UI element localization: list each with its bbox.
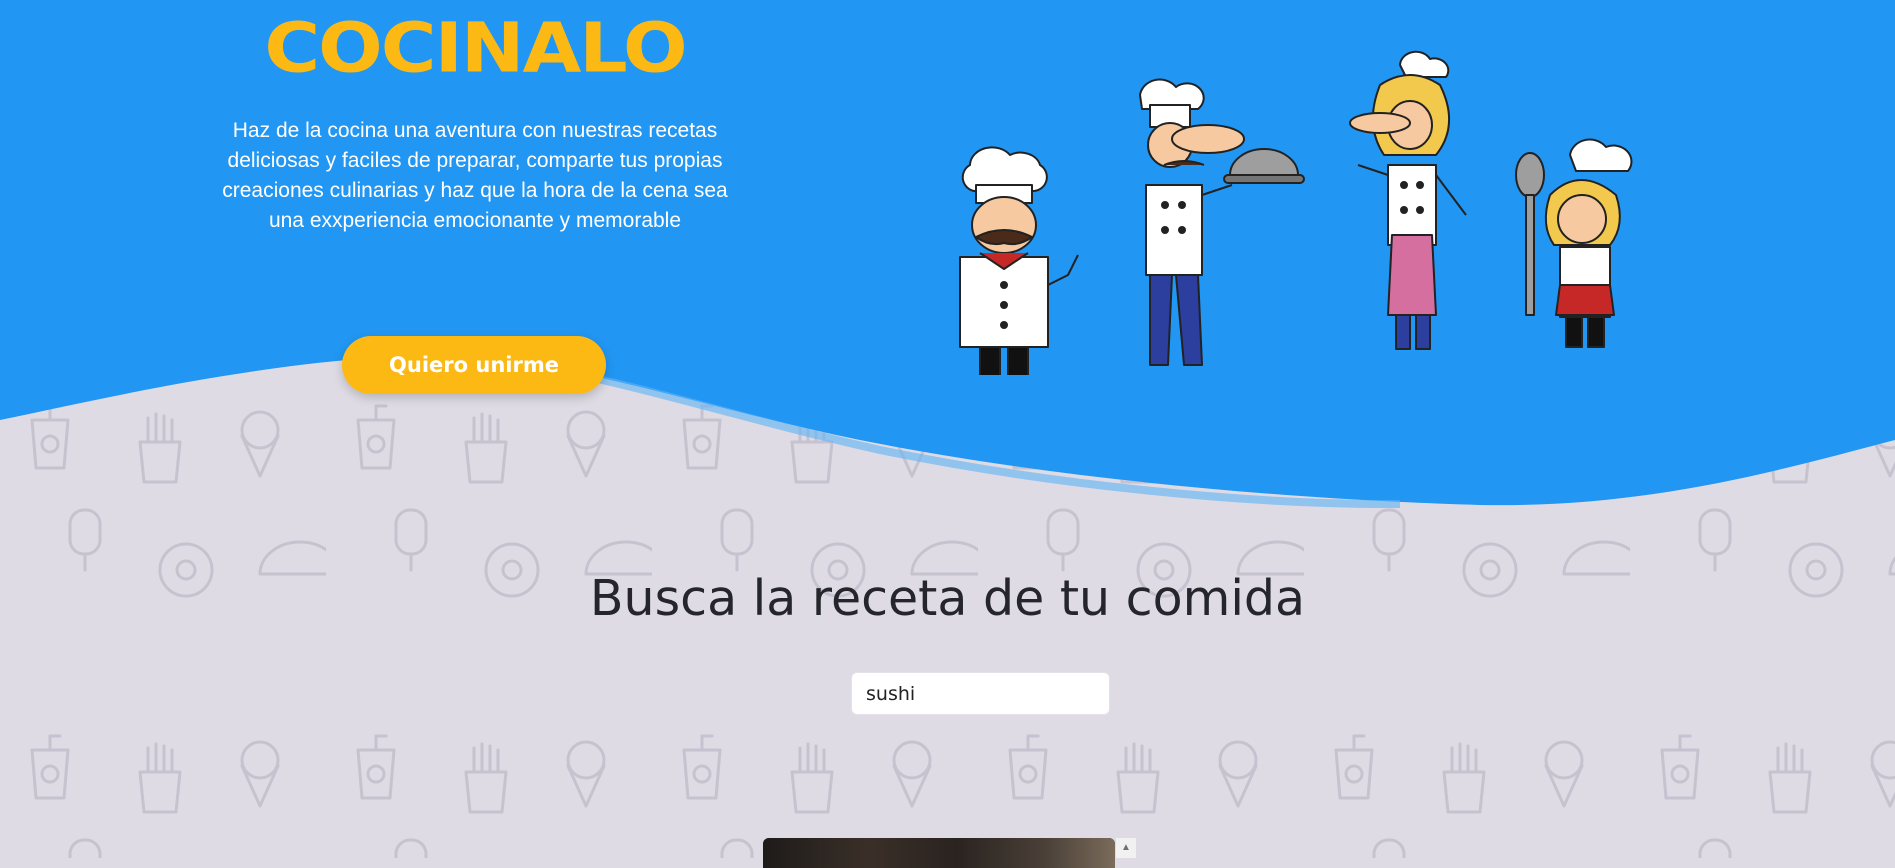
hero-tagline: Haz de la cocina una aventura con nuestr…	[222, 119, 728, 232]
chef-girl-spoon	[1515, 138, 1633, 348]
brand-title: COCINALO	[264, 7, 687, 88]
search-input[interactable]	[851, 672, 1110, 715]
recipe-result-card[interactable]	[763, 838, 1115, 868]
chef-with-tray	[1139, 78, 1305, 366]
chef-woman	[1349, 50, 1467, 350]
chef-mustache	[959, 146, 1079, 375]
scroll-up-icon[interactable]: ▲	[1116, 838, 1136, 858]
recipe-image	[763, 838, 1115, 868]
chefs-illustration	[920, 45, 1680, 375]
search-title: Busca la receta de tu comida	[589, 570, 1306, 627]
join-button[interactable]: Quiero unirme	[342, 336, 606, 394]
